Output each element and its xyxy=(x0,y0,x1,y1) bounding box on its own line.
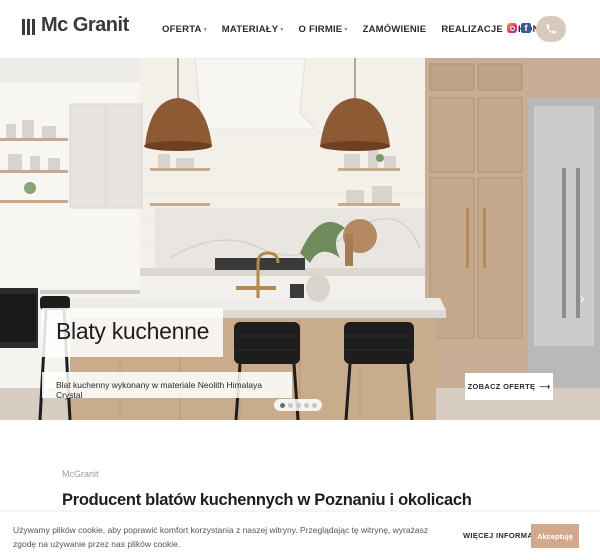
logo-mark-icon xyxy=(22,17,35,35)
logo-text: Mc Granit xyxy=(41,14,129,36)
chevron-down-icon: ▾ xyxy=(280,27,284,33)
slide-dot-2[interactable] xyxy=(287,402,293,408)
page-heading: Producent blatów kuchennych w Poznaniu i… xyxy=(62,491,472,509)
site-header: Mc Granit OFERTA ▾ MATERIAŁY ▾ O FIRMIE ▾ Z… xyxy=(0,0,600,58)
nav-item-realizacje[interactable]: REALIZACJE xyxy=(441,24,503,35)
instagram-icon[interactable] xyxy=(507,23,517,33)
social-links: f xyxy=(507,23,531,33)
hero-title-box: Blaty kuchenne xyxy=(42,308,224,357)
slide-dot-3[interactable] xyxy=(295,402,301,408)
chevron-down-icon: ▾ xyxy=(203,27,207,33)
nav-label: OFERTA xyxy=(162,24,202,35)
arrow-right-icon: ⟶ xyxy=(539,382,551,391)
cookie-accept-button[interactable]: Akceptuję xyxy=(531,524,579,548)
nav-item-materialy[interactable]: MATERIAŁY ▾ xyxy=(222,24,284,35)
hero-caption: Blat kuchenny wykonany w materiale Neoli… xyxy=(56,380,262,400)
chevron-down-icon: ▾ xyxy=(344,27,348,33)
page: Mc Granit OFERTA ▾ MATERIAŁY ▾ O FIRMIE ▾ Z… xyxy=(0,0,600,560)
nav-item-o-firmie[interactable]: O FIRMIE ▾ xyxy=(299,24,348,35)
facebook-icon[interactable]: f xyxy=(521,23,531,33)
nav-label: ZAMÓWIENIE xyxy=(362,24,427,35)
hero-title: Blaty kuchenne xyxy=(56,318,210,344)
nav-label: REALIZACJE xyxy=(441,24,503,35)
logo[interactable]: Mc Granit xyxy=(22,14,129,37)
slider-next-icon[interactable]: › xyxy=(580,290,585,306)
slide-dot-5[interactable] xyxy=(311,402,317,408)
hero-kitchen-image xyxy=(0,58,600,420)
cookie-text: Używamy plików cookie, aby poprawić komf… xyxy=(13,525,429,549)
see-offer-label: ZOBACZ OFERTĘ xyxy=(467,382,536,391)
slider-pagination xyxy=(274,399,322,411)
phone-button[interactable] xyxy=(536,16,566,42)
hero-slider: › xyxy=(0,58,600,420)
section-eyebrow: McGranit xyxy=(62,469,99,479)
slide-dot-4[interactable] xyxy=(303,402,309,408)
slide-dot-1[interactable] xyxy=(279,402,285,408)
phone-icon xyxy=(546,24,556,34)
nav-label: MATERIAŁY xyxy=(221,24,279,35)
nav-item-oferta[interactable]: OFERTA ▾ xyxy=(162,24,207,35)
nav-item-zamowienie[interactable]: ZAMÓWIENIE xyxy=(363,24,427,35)
nav-label: O FIRMIE xyxy=(298,24,343,35)
see-offer-button[interactable]: ZOBACZ OFERTĘ ⟶ xyxy=(465,373,553,400)
hero-caption-box: Blat kuchenny wykonany w materiale Neoli… xyxy=(42,372,292,400)
